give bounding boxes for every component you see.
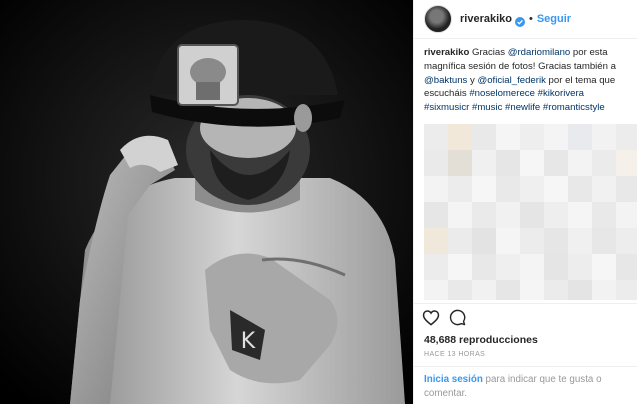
hashtag-link[interactable]: #music [472, 102, 502, 113]
post-actions: 48,688 reproducciones HACE 13 HORAS [414, 303, 637, 358]
login-prompt: Inicia sesión para indicar que te gusta … [414, 366, 637, 400]
hashtag-link[interactable]: #kikorivera [538, 88, 584, 99]
separator-dot: • [528, 13, 533, 25]
comment-icon[interactable] [449, 309, 466, 331]
login-link[interactable]: Inicia sesión [424, 374, 483, 385]
hashtag-link[interactable]: #newlife [505, 102, 540, 113]
post-timestamp[interactable]: HACE 13 HORAS [424, 351, 485, 358]
instagram-post: K riverakiko • Seguir riverakiko Gracias… [0, 0, 637, 404]
mention-link[interactable]: @rdariomilano [508, 47, 571, 58]
post-header: riverakiko • Seguir [414, 0, 637, 39]
mention-link[interactable]: @baktuns [424, 75, 467, 86]
hashtag-link[interactable]: #romanticstyle [543, 102, 605, 113]
hashtag-link[interactable]: #sixmusicr [424, 102, 469, 113]
pixelated-comments-area [424, 124, 637, 300]
follow-button[interactable]: Seguir [537, 13, 571, 25]
hashtag-link[interactable]: #noselomerece [469, 88, 535, 99]
avatar[interactable] [424, 5, 452, 33]
heart-icon[interactable] [422, 309, 440, 331]
svg-text:K: K [241, 329, 256, 354]
photo-of-man-in-cap: K [0, 0, 413, 404]
caption-text: y [467, 74, 478, 86]
post-caption: riverakiko Gracias @rdariomilano por est… [414, 39, 637, 115]
username[interactable]: riverakiko [460, 13, 512, 25]
post-sidebar: riverakiko • Seguir riverakiko Gracias @… [413, 0, 637, 404]
caption-text: Gracias [469, 47, 508, 58]
verified-badge-icon [514, 14, 525, 27]
mention-link[interactable]: @oficial_federik [477, 75, 545, 86]
view-count[interactable]: 48,688 reproducciones [424, 334, 538, 346]
caption-username[interactable]: riverakiko [424, 47, 469, 58]
post-photo[interactable]: K [0, 0, 413, 404]
